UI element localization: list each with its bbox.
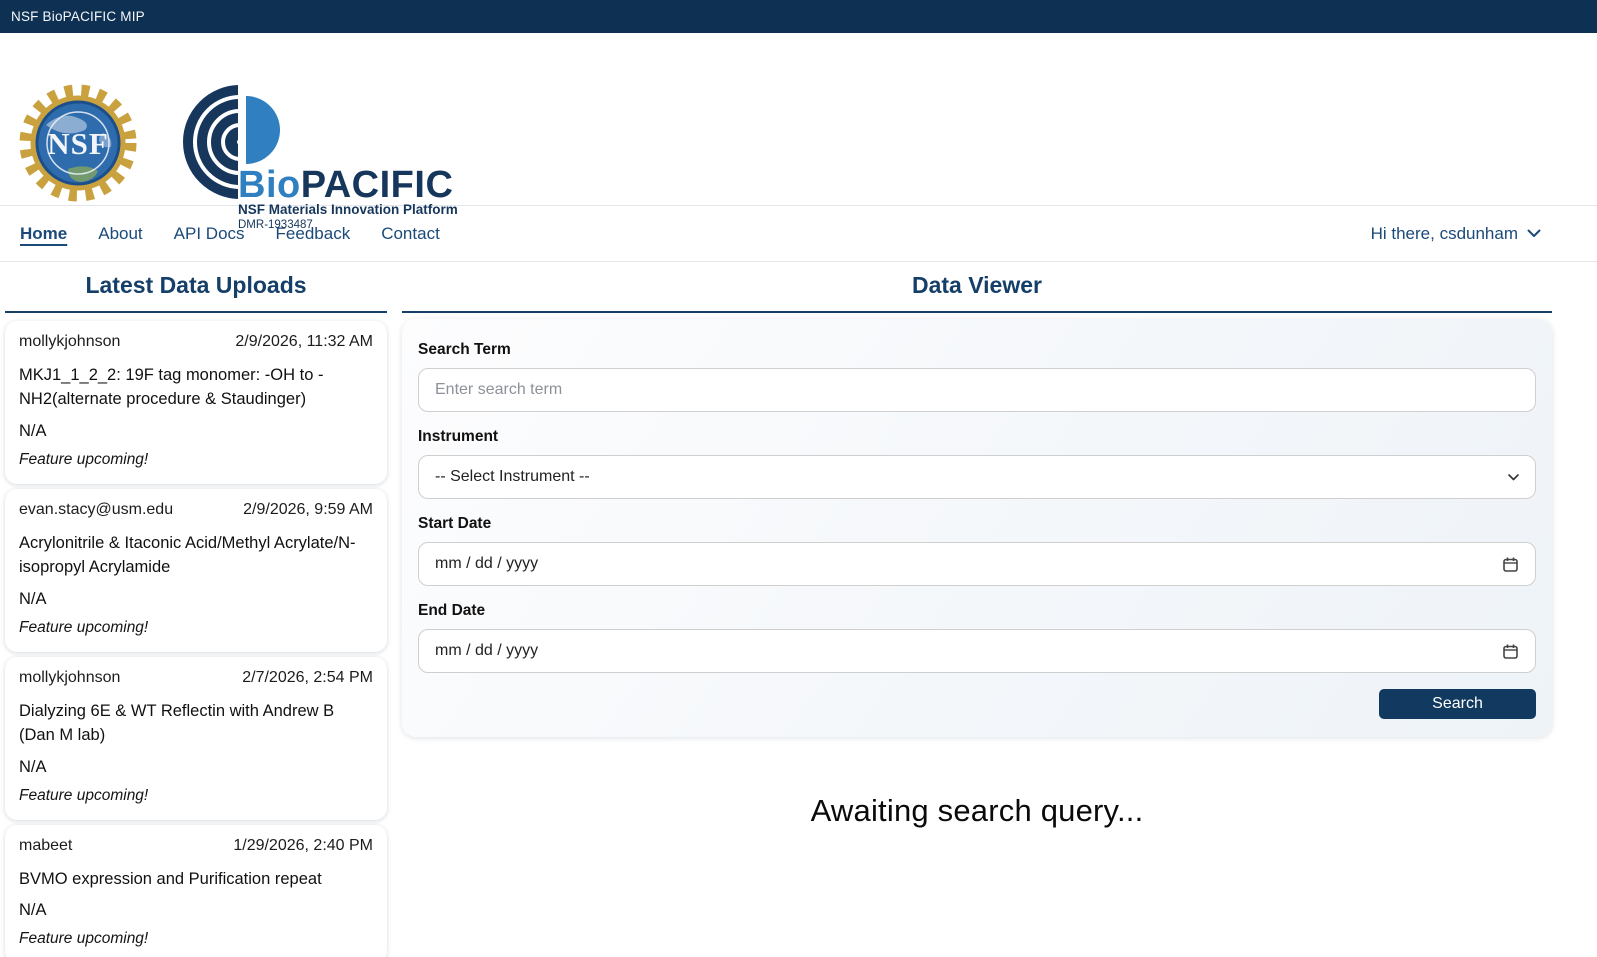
chevron-down-icon xyxy=(1508,474,1519,481)
user-greeting: Hi there, csdunham xyxy=(1371,224,1518,244)
brand-subtitle: NSF Materials Innovation Platform xyxy=(238,202,458,217)
upload-user: mollykjohnson xyxy=(19,669,120,687)
start-date-input[interactable]: mm / dd / yyyy xyxy=(418,542,1536,586)
upload-detail: N/A xyxy=(19,758,373,777)
upload-title: Dialyzing 6E & WT Reflectin with Andrew … xyxy=(19,700,373,748)
user-menu[interactable]: Hi there, csdunham xyxy=(1371,224,1541,244)
uploads-title: Latest Data Uploads xyxy=(5,272,387,313)
upload-user: mabeet xyxy=(19,837,72,855)
chevron-down-icon xyxy=(1527,229,1541,238)
upload-detail: N/A xyxy=(19,901,373,920)
latest-uploads-panel: Latest Data Uploads mollykjohnson 2/9/20… xyxy=(5,262,387,957)
calendar-icon[interactable] xyxy=(1502,643,1519,660)
end-date-input[interactable]: mm / dd / yyyy xyxy=(418,629,1536,673)
upload-timestamp: 2/9/2026, 9:59 AM xyxy=(243,501,373,519)
start-date-value: mm / dd / yyyy xyxy=(435,555,538,573)
upload-note: Feature upcoming! xyxy=(19,787,373,805)
calendar-icon[interactable] xyxy=(1502,556,1519,573)
start-date-label: Start Date xyxy=(418,515,1536,533)
awaiting-query-status: Awaiting search query... xyxy=(402,793,1552,829)
list-item[interactable]: evan.stacy@usm.edu 2/9/2026, 9:59 AM Acr… xyxy=(5,489,387,652)
search-input[interactable] xyxy=(418,368,1536,412)
data-viewer-panel: Data Viewer Search Term Instrument -- Se… xyxy=(402,262,1552,829)
search-form: Search Term Instrument -- Select Instrum… xyxy=(402,319,1552,737)
upload-title: BVMO expression and Purification repeat xyxy=(19,868,373,892)
list-item[interactable]: mollykjohnson 2/7/2026, 2:54 PM Dialyzin… xyxy=(5,657,387,820)
biopacific-wordmark: BioPACIFIC xyxy=(238,164,453,207)
instrument-label: Instrument xyxy=(418,428,1536,446)
list-item[interactable]: mabeet 1/29/2026, 2:40 PM BVMO expressio… xyxy=(5,825,387,957)
nav-item-about[interactable]: About xyxy=(98,224,142,244)
instrument-selected-value: -- Select Instrument -- xyxy=(435,468,590,486)
end-date-value: mm / dd / yyyy xyxy=(435,642,538,660)
top-banner: NSF BioPACIFIC MIP xyxy=(0,0,1597,33)
data-viewer-title: Data Viewer xyxy=(402,272,1552,313)
nsf-logo-text: NSF xyxy=(47,126,109,161)
upload-user: evan.stacy@usm.edu xyxy=(19,501,173,519)
top-banner-title: NSF BioPACIFIC MIP xyxy=(11,9,145,24)
brand-bio-text: Bio xyxy=(238,164,301,206)
upload-timestamp: 1/29/2026, 2:40 PM xyxy=(233,837,373,855)
brand-grant-number: DMR-1933487 xyxy=(238,219,313,231)
upload-title: MKJ1_1_2_2: 19F tag monomer: -OH to -NH2… xyxy=(19,364,373,412)
upload-title: Acrylonitrile & Itaconic Acid/Methyl Acr… xyxy=(19,532,373,580)
site-header: NSF BioPACIFIC NSF Materials Innovation … xyxy=(0,33,1597,205)
upload-timestamp: 2/9/2026, 11:32 AM xyxy=(235,333,373,351)
uploads-list: mollykjohnson 2/9/2026, 11:32 AM MKJ1_1_… xyxy=(5,321,387,957)
content: Latest Data Uploads mollykjohnson 2/9/20… xyxy=(0,262,1597,957)
upload-user: mollykjohnson xyxy=(19,333,120,351)
nav-item-home[interactable]: Home xyxy=(20,224,67,244)
instrument-select[interactable]: -- Select Instrument -- xyxy=(418,455,1536,499)
upload-note: Feature upcoming! xyxy=(19,619,373,637)
nsf-logo[interactable]: NSF xyxy=(18,81,138,205)
biopacific-logo[interactable]: BioPACIFIC NSF Materials Innovation Plat… xyxy=(178,78,438,233)
search-term-label: Search Term xyxy=(418,341,1536,359)
upload-detail: N/A xyxy=(19,590,373,609)
nsf-globe-icon: NSF xyxy=(18,81,138,205)
upload-timestamp: 2/7/2026, 2:54 PM xyxy=(242,669,373,687)
upload-detail: N/A xyxy=(19,422,373,441)
end-date-label: End Date xyxy=(418,602,1536,620)
search-button[interactable]: Search xyxy=(1379,689,1536,719)
brand-pacific-text: PACIFIC xyxy=(301,164,454,206)
list-item[interactable]: mollykjohnson 2/9/2026, 11:32 AM MKJ1_1_… xyxy=(5,321,387,484)
upload-note: Feature upcoming! xyxy=(19,451,373,469)
upload-note: Feature upcoming! xyxy=(19,930,373,948)
